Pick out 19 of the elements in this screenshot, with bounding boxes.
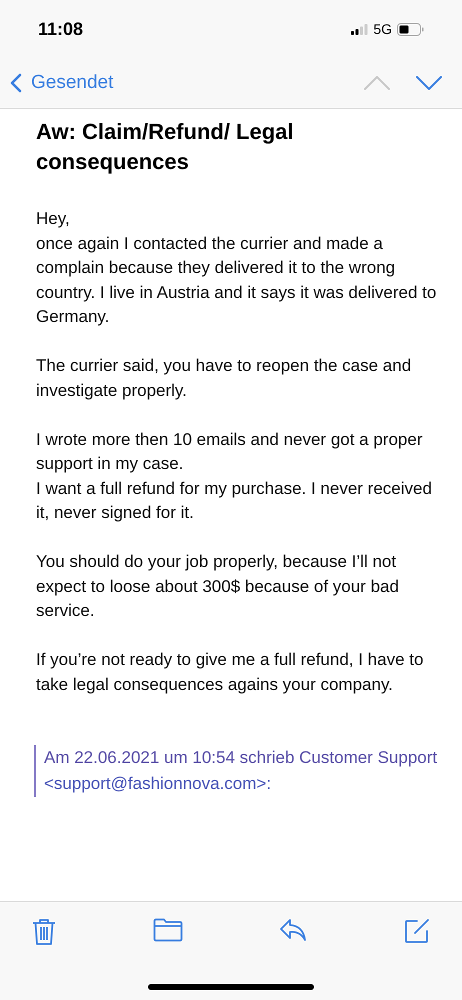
body-text: I want a full refund for my purchase. I never received it, never signed for it. [36, 478, 433, 524]
status-time: 11:08 [38, 18, 84, 40]
body-text: I wrote more then 10 emails and never got a proper support in my case. [36, 428, 424, 475]
signal-icon [351, 24, 368, 34]
back-button[interactable]: Gesendet [10, 72, 114, 94]
quoted-header: Am 22.06.2021 um 10:54 schrieb Customer Support <support@fashionnova.com>: [44, 747, 438, 795]
compose-icon[interactable] [404, 918, 430, 946]
body-text: If you’re not ready to give me a full refund, I have to take legal consequences agains your company. [36, 649, 424, 696]
battery-icon [397, 22, 424, 36]
trash-icon[interactable] [32, 918, 56, 946]
chevron-left-icon [10, 73, 22, 93]
network-label: 5G [373, 21, 392, 37]
body-text: once again I contacted the currier and made a complain because they delivered it to the wrong country. I live in Austria and it says it was delivered to Germany. [36, 232, 438, 328]
next-message-button[interactable] [414, 74, 444, 92]
email-subject: Aw: Claim/Refund/ Legal consequences [36, 118, 295, 176]
body-text: Hey, [36, 208, 71, 230]
body-text: You should do your job properly, because I’ll not expect to loose about 300$ because of your bad service. [36, 551, 400, 622]
body-text: The currier said, you have to reopen the case and investigate properly. [36, 355, 412, 402]
email-link[interactable]: <support@fashionnova.com>: [44, 774, 272, 793]
